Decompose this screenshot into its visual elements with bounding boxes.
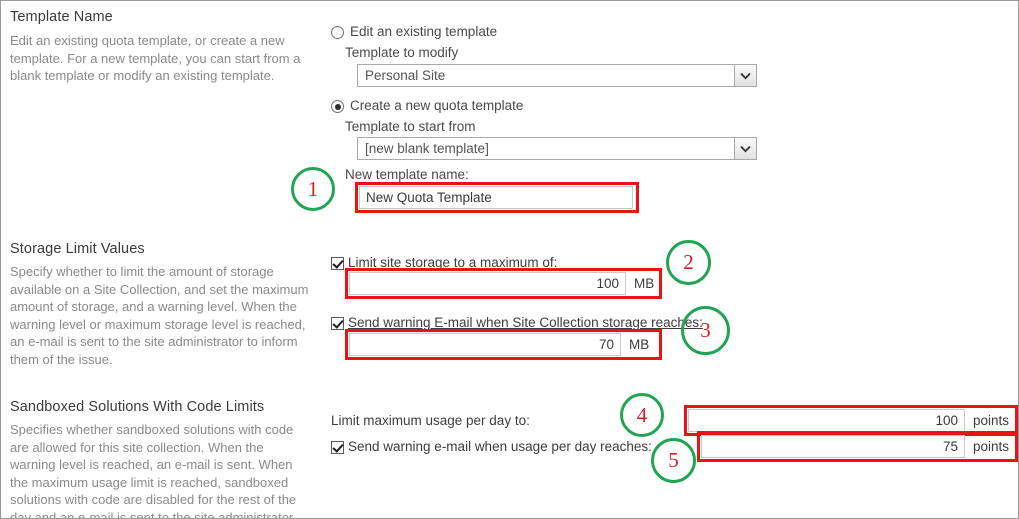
- radio-create-new-quota-template[interactable]: [331, 100, 344, 113]
- label-new-template-name: New template name:: [345, 167, 469, 182]
- quota-template-settings-page: Template Name Edit an existing quota tem…: [0, 0, 1019, 519]
- input-warning-usage-per-day-value[interactable]: 75: [701, 435, 965, 458]
- input-limit-site-storage-value[interactable]: 100: [349, 272, 626, 295]
- select-template-to-start-from[interactable]: [new blank template]: [357, 137, 757, 160]
- input-warning-email-storage-value[interactable]: 70: [349, 333, 621, 356]
- radio-edit-existing-template[interactable]: [331, 26, 344, 39]
- section-description-storage-limit-values: Specify whether to limit the amount of s…: [10, 264, 309, 367]
- annotation-marker-1: 1: [291, 167, 335, 211]
- label-template-to-modify: Template to modify: [345, 45, 459, 60]
- checkbox-limit-site-storage[interactable]: [331, 257, 344, 270]
- chevron-down-icon[interactable]: [734, 65, 756, 86]
- input-max-usage-per-day-value[interactable]: 100: [688, 409, 965, 432]
- annotation-marker-3: 3: [681, 306, 730, 355]
- label-template-to-start-from: Template to start from: [345, 119, 476, 134]
- label-limit-maximum-usage-per-day: Limit maximum usage per day to:: [331, 413, 530, 428]
- section-description-template-name: Edit an existing quota template, or crea…: [10, 33, 301, 84]
- checkbox-send-warning-email-storage[interactable]: [331, 317, 344, 330]
- unit-limit-site-storage: MB: [634, 276, 655, 291]
- radio-label-create-new-quota-template[interactable]: Create a new quota template: [350, 98, 523, 113]
- select-template-to-start-from-value: [new blank template]: [365, 141, 489, 156]
- input-new-template-name[interactable]: New Quota Template: [359, 186, 633, 209]
- checkbox-label-limit-site-storage[interactable]: Limit site storage to a maximum of:: [348, 255, 557, 270]
- checkbox-send-warning-email-usage[interactable]: [331, 441, 344, 454]
- annotation-marker-5: 5: [651, 438, 696, 483]
- unit-max-usage-per-day: points: [973, 413, 1010, 428]
- annotation-marker-4: 4: [620, 393, 664, 437]
- unit-warning-usage-per-day: points: [973, 439, 1010, 454]
- chevron-down-icon[interactable]: [734, 138, 756, 159]
- checkbox-label-send-warning-email-usage[interactable]: Send warning e-mail when usage per day r…: [348, 439, 652, 454]
- radio-label-edit-existing-template[interactable]: Edit an existing template: [350, 24, 497, 39]
- section-description-sandboxed-solutions: Specifies whether sandboxed solutions wi…: [10, 422, 297, 519]
- section-title-sandboxed-solutions: Sandboxed Solutions With Code Limits: [10, 399, 265, 415]
- checkbox-label-send-warning-email-storage[interactable]: Send warning E-mail when Site Collection…: [348, 315, 703, 330]
- select-template-to-modify[interactable]: Personal Site: [357, 64, 757, 87]
- annotation-marker-2: 2: [666, 240, 711, 285]
- section-title-storage-limit-values: Storage Limit Values: [10, 241, 145, 257]
- select-template-to-modify-value: Personal Site: [365, 68, 446, 83]
- unit-warning-email-storage: MB: [629, 337, 650, 352]
- section-title-template-name: Template Name: [10, 9, 113, 25]
